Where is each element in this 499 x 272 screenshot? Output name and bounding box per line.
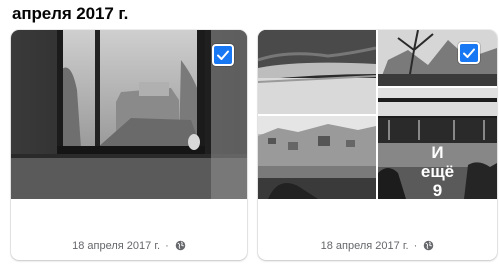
- more-photos-text-line2: ещё: [420, 162, 455, 181]
- more-photos-overlay[interactable]: И ещё 9: [378, 143, 497, 199]
- globe-icon: [175, 240, 186, 251]
- album-photo[interactable]: [258, 116, 376, 199]
- photo-gutter: [376, 30, 378, 199]
- select-checkbox[interactable]: [458, 42, 480, 64]
- caption-separator: ·: [413, 240, 418, 252]
- album-photo[interactable]: [378, 88, 497, 143]
- checkmark-icon: [217, 50, 229, 60]
- album-caption: 18 апреля 2017 г. ·: [11, 240, 247, 252]
- album-date: 18 апреля 2017 г.: [320, 240, 409, 252]
- caption-separator: ·: [165, 240, 169, 252]
- more-photos-text-line1: И: [431, 143, 444, 162]
- more-photos-count: 9: [432, 181, 443, 199]
- globe-icon: [424, 240, 434, 251]
- album-card[interactable]: И ещё 9 18 апреля 2017 г. ·: [258, 30, 497, 260]
- select-checkbox[interactable]: [212, 44, 234, 66]
- album-caption: 18 апреля 2017 г. ·: [258, 240, 497, 252]
- album-card[interactable]: 18 апреля 2017 г. ·: [11, 30, 247, 260]
- album-date: 18 апреля 2017 г.: [72, 240, 161, 252]
- section-date-heading: апреля 2017 г.: [12, 4, 129, 23]
- checkmark-icon: [463, 48, 475, 58]
- photo-gutter: [258, 114, 376, 116]
- album-photo[interactable]: [258, 30, 376, 114]
- photo-gutter: [378, 86, 497, 88]
